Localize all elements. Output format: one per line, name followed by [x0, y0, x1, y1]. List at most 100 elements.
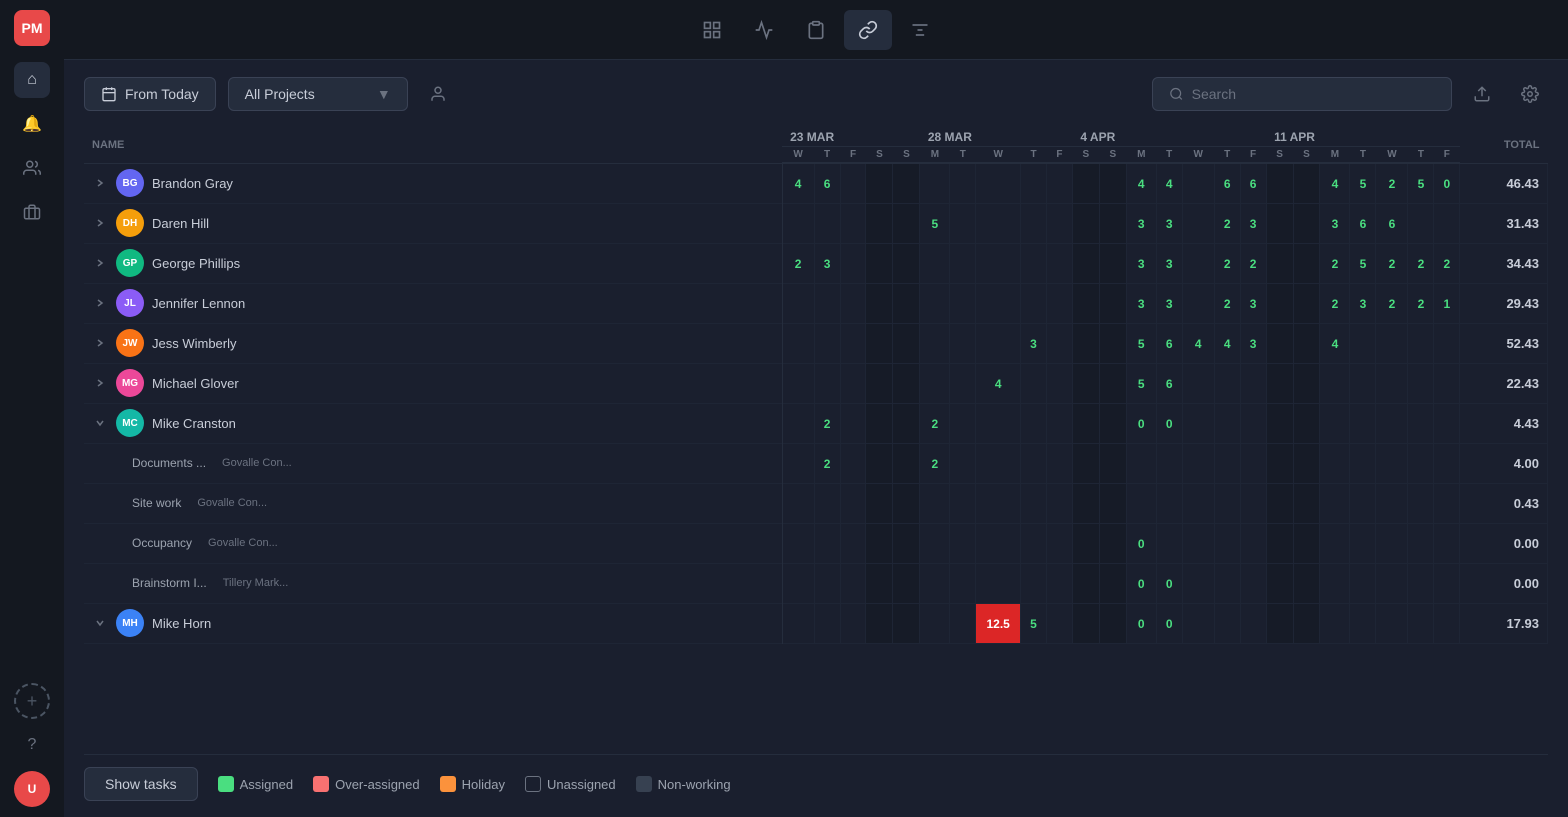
cell-jennifer-lennon-6	[950, 283, 976, 323]
cell-michael-glover-21	[1376, 363, 1408, 403]
sidebar-item-bell[interactable]: 🔔	[14, 106, 50, 142]
expand-btn-jess-wimberly[interactable]	[92, 335, 108, 351]
cell-mike-cranston-17	[1266, 403, 1293, 443]
add-button[interactable]: +	[14, 683, 50, 719]
cell-brandon-gray-2	[840, 163, 866, 203]
expand-btn-brandon-gray[interactable]	[92, 175, 108, 191]
expand-btn-mike-cranston[interactable]	[92, 415, 108, 431]
cell-mike-cranston-sub4-12: 0	[1126, 563, 1156, 603]
cell-mike-cranston-sub4-1	[814, 563, 840, 603]
link-btn[interactable]	[844, 10, 892, 50]
user-avatar[interactable]: U	[14, 771, 50, 807]
expand-btn-jennifer-lennon[interactable]	[92, 295, 108, 311]
cell-michael-glover-18	[1293, 363, 1320, 403]
cell-brandon-gray-19: 4	[1320, 163, 1350, 203]
cell-mike-cranston-sub4-22	[1408, 563, 1434, 603]
cell-mike-cranston-sub1-18	[1293, 443, 1320, 483]
cell-mike-horn-2	[840, 603, 866, 643]
cell-mike-horn-4	[893, 603, 920, 643]
sidebar-item-users[interactable]	[14, 150, 50, 186]
day-t6: T	[1350, 147, 1376, 164]
day-t3: T	[1021, 147, 1047, 164]
cell-mike-cranston-11	[1099, 403, 1126, 443]
cell-michael-glover-17	[1266, 363, 1293, 403]
cell-mike-cranston-sub4-17	[1266, 563, 1293, 603]
cell-mike-cranston-sub4-3	[866, 563, 893, 603]
cell-daren-hill-14	[1182, 203, 1214, 243]
cell-george-phillips-8	[1021, 243, 1047, 283]
cell-jennifer-lennon-12: 3	[1126, 283, 1156, 323]
projects-dropdown[interactable]: All Projects ▼	[228, 77, 408, 111]
cell-mike-cranston-sub4-20	[1350, 563, 1376, 603]
name-cell-mike-cranston-sub1: Documents ...Govalle Con...	[84, 443, 782, 483]
cell-mike-cranston-sub3-8	[1021, 523, 1047, 563]
cell-brandon-gray-15: 6	[1214, 163, 1240, 203]
cell-mike-cranston-sub3-19	[1320, 523, 1350, 563]
cell-mike-cranston-sub4-16	[1240, 563, 1266, 603]
activity-btn[interactable]	[740, 10, 788, 50]
cell-mike-cranston-23	[1434, 403, 1460, 443]
cell-mike-cranston-sub1-15	[1214, 443, 1240, 483]
chevron-down-icon: ▼	[377, 86, 391, 102]
cell-jennifer-lennon-16: 3	[1240, 283, 1266, 323]
cell-mike-cranston-sub2-23	[1434, 483, 1460, 523]
settings-button[interactable]	[1512, 76, 1548, 112]
cell-brandon-gray-10	[1072, 163, 1099, 203]
clipboard-btn[interactable]	[792, 10, 840, 50]
search-box[interactable]	[1152, 77, 1452, 111]
search-input[interactable]	[1192, 86, 1435, 102]
cell-daren-hill-9	[1046, 203, 1072, 243]
cell-mike-cranston-sub2-5	[920, 483, 950, 523]
cell-mike-cranston-sub1-22	[1408, 443, 1434, 483]
controls-bar: From Today All Projects ▼	[84, 76, 1548, 112]
cell-mike-cranston-15	[1214, 403, 1240, 443]
name-cell-mike-cranston-sub4: Brainstorm I...Tillery Mark...	[84, 563, 782, 603]
cell-michael-glover-23	[1434, 363, 1460, 403]
cell-mike-cranston-sub2-18	[1293, 483, 1320, 523]
sidebar-item-home[interactable]: ⌂	[14, 62, 50, 98]
subtask-name-mike-cranston-sub1: Documents ...	[132, 456, 206, 470]
expand-btn-george-phillips[interactable]	[92, 255, 108, 271]
row-name-brandon-gray: Brandon Gray	[152, 176, 233, 191]
cell-mike-cranston-sub4-0	[782, 563, 814, 603]
toolbar	[64, 0, 1568, 60]
export-button[interactable]	[1464, 76, 1500, 112]
cell-mike-cranston-sub1-14	[1182, 443, 1214, 483]
expand-btn-mike-horn[interactable]	[92, 615, 108, 631]
cell-jess-wimberly-7	[976, 323, 1021, 363]
cell-mike-cranston-sub3-15	[1214, 523, 1240, 563]
cell-mike-cranston-sub4-4	[893, 563, 920, 603]
cell-daren-hill-22	[1408, 203, 1434, 243]
cell-brandon-gray-11	[1099, 163, 1126, 203]
expand-btn-michael-glover[interactable]	[92, 375, 108, 391]
cell-mike-cranston-sub2-10	[1072, 483, 1099, 523]
main-content: From Today All Projects ▼	[64, 0, 1568, 817]
cell-daren-hill-23	[1434, 203, 1460, 243]
table-row: Documents ...Govalle Con...224.00	[84, 443, 1548, 483]
cell-george-phillips-16: 2	[1240, 243, 1266, 283]
cell-george-phillips-2	[840, 243, 866, 283]
cell-mike-cranston-sub2-7	[976, 483, 1021, 523]
from-today-button[interactable]: From Today	[84, 77, 216, 111]
cell-mike-horn-20	[1350, 603, 1376, 643]
cell-mike-cranston-1: 2	[814, 403, 840, 443]
cell-mike-cranston-sub1-1: 2	[814, 443, 840, 483]
table-row: GPGeorge Phillips2333222522234.43	[84, 243, 1548, 283]
name-cell-brandon-gray: BGBrandon Gray	[84, 163, 782, 203]
expand-btn-daren-hill[interactable]	[92, 215, 108, 231]
sidebar-item-briefcase[interactable]	[14, 194, 50, 230]
cell-jess-wimberly-1	[814, 323, 840, 363]
help-icon[interactable]: ?	[14, 727, 50, 763]
cell-jess-wimberly-23	[1434, 323, 1460, 363]
cell-daren-hill-0	[782, 203, 814, 243]
person-filter-button[interactable]	[420, 76, 456, 112]
show-tasks-button[interactable]: Show tasks	[84, 767, 198, 801]
total-cell-mike-cranston-sub2: 0.43	[1460, 483, 1548, 523]
scan-btn[interactable]	[688, 10, 736, 50]
cell-mike-cranston-sub1-0	[782, 443, 814, 483]
cell-mike-cranston-sub2-12	[1126, 483, 1156, 523]
table-scroll[interactable]: NAME 23 MAR 28 MAR 4 APR 11 APR TOTAL W …	[84, 128, 1548, 746]
cell-mike-cranston-sub1-12	[1126, 443, 1156, 483]
filter-btn[interactable]	[896, 10, 944, 50]
app-logo[interactable]: PM	[14, 10, 50, 46]
